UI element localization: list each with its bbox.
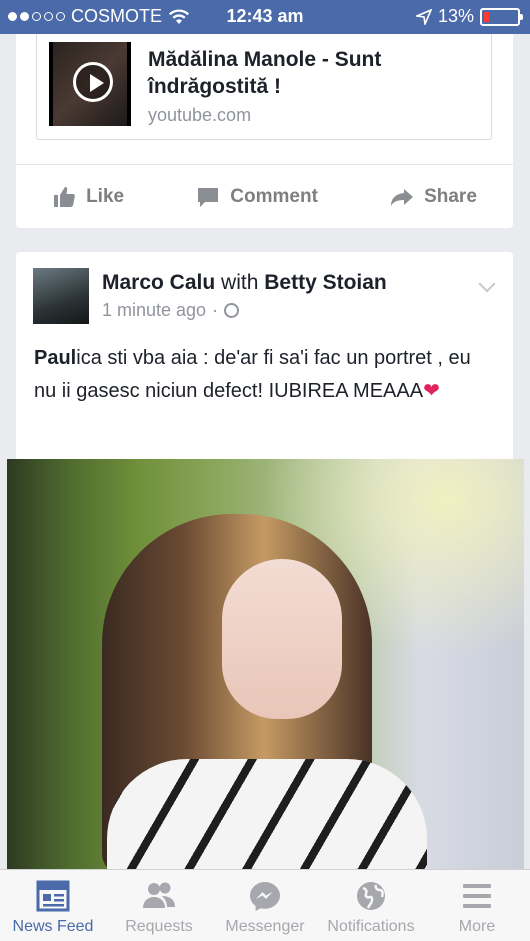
feed-story-shared-link: Mădălina Manole - Sunt îndrăgostită ! yo… bbox=[16, 34, 513, 228]
comment-label: Comment bbox=[230, 185, 318, 207]
play-icon[interactable] bbox=[73, 62, 113, 102]
comment-button[interactable]: Comment bbox=[196, 185, 318, 209]
tab-label: Messenger bbox=[225, 918, 305, 935]
link-preview[interactable]: Mădălina Manole - Sunt îndrăgostită ! yo… bbox=[36, 34, 492, 140]
post-message: Paulica sti vba aia : de'ar fi sa'i fac … bbox=[34, 342, 494, 408]
heart-emoji: ❤ bbox=[423, 380, 440, 402]
author-avatar[interactable] bbox=[33, 268, 89, 324]
tab-label: Requests bbox=[125, 918, 193, 935]
messenger-icon bbox=[248, 880, 282, 912]
status-right: 13% bbox=[415, 6, 523, 27]
thumbs-up-icon bbox=[54, 186, 75, 207]
link-domain: youtube.com bbox=[148, 105, 252, 125]
story-meta: 1 minute ago · bbox=[102, 300, 240, 321]
status-bar: COSMOTE 12:43 am 13% bbox=[0, 0, 530, 34]
story-header: Marco Calu with Betty Stoian bbox=[102, 271, 387, 295]
like-button[interactable]: Like bbox=[52, 185, 124, 209]
share-label: Share bbox=[424, 185, 477, 207]
with-text: with bbox=[221, 271, 259, 294]
post-text-body: ica sti vba aia : de'ar fi sa'i fac un p… bbox=[34, 347, 471, 402]
tagged-name[interactable]: Betty Stoian bbox=[264, 271, 387, 294]
location-arrow-icon bbox=[415, 8, 432, 25]
news-feed-icon bbox=[36, 880, 70, 912]
comment-icon bbox=[198, 187, 219, 207]
tab-requests[interactable]: Requests bbox=[106, 870, 212, 941]
post-text-bold: Paul bbox=[34, 347, 77, 369]
tab-label: News Feed bbox=[12, 918, 94, 935]
tab-notifications[interactable]: Notifications bbox=[318, 870, 424, 941]
tab-news-feed[interactable]: News Feed bbox=[0, 870, 106, 941]
author-name[interactable]: Marco Calu bbox=[102, 271, 215, 294]
story-action-bar: Like Comment Share bbox=[16, 164, 513, 228]
video-thumbnail[interactable] bbox=[49, 42, 131, 126]
post-timestamp[interactable]: 1 minute ago bbox=[102, 300, 206, 321]
friends-icon bbox=[142, 880, 176, 912]
share-arrow-icon bbox=[391, 188, 414, 206]
battery-icon bbox=[480, 7, 523, 26]
battery-percent: 13% bbox=[437, 6, 474, 26]
tab-label: More bbox=[458, 918, 496, 935]
share-button[interactable]: Share bbox=[390, 185, 477, 209]
tab-messenger[interactable]: Messenger bbox=[212, 870, 318, 941]
chevron-down-icon[interactable] bbox=[478, 275, 496, 293]
like-label: Like bbox=[86, 185, 125, 207]
link-title[interactable]: Mădălina Manole - Sunt îndrăgostită ! bbox=[148, 46, 478, 100]
tab-label: Notifications bbox=[327, 918, 415, 935]
meta-separator: · bbox=[212, 300, 219, 320]
tab-more[interactable]: More bbox=[424, 870, 530, 941]
globe-icon bbox=[224, 303, 240, 318]
globe-icon bbox=[354, 880, 388, 912]
feed-story-post: Marco Calu with Betty Stoian 1 minute ag… bbox=[16, 252, 513, 462]
menu-icon bbox=[460, 880, 494, 912]
post-photo[interactable] bbox=[7, 459, 524, 869]
tab-bar: News Feed Requests Messenger Notificatio… bbox=[0, 869, 530, 941]
